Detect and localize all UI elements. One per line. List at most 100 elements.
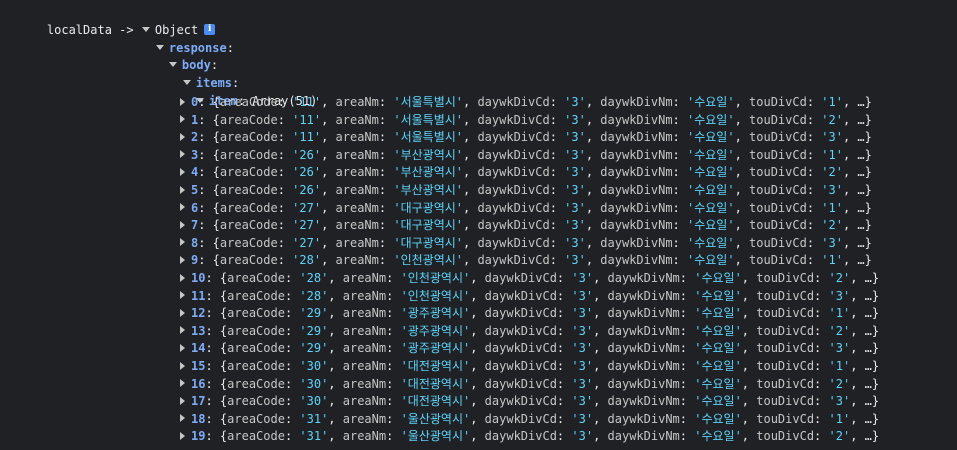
preview-value-daywkDivCd: '3' (564, 200, 586, 215)
preview-value-areaNm: '인천광역시' (400, 288, 471, 303)
preview-key-touDivCd: touDivCd (756, 376, 815, 391)
collapse-triangle-icon[interactable] (180, 379, 185, 388)
collapse-triangle-icon[interactable] (180, 414, 185, 423)
collapse-triangle-icon[interactable] (180, 220, 185, 229)
collapse-triangle-icon[interactable] (180, 167, 185, 176)
preview-value-daywkDivCd: '3' (571, 429, 594, 444)
preview-value-touDivCd: '3' (828, 288, 851, 303)
collapse-triangle-icon[interactable] (180, 132, 185, 141)
array-index: 14 (191, 341, 206, 356)
collapse-triangle-icon[interactable] (180, 431, 185, 440)
preview-key-daywkDivNm: daywkDivNm (607, 323, 680, 338)
collapse-triangle-icon[interactable] (180, 361, 185, 370)
collapse-triangle-icon[interactable] (180, 238, 185, 247)
preview-key-areaCode: areaCode (219, 218, 278, 233)
preview-value-areaNm: '광주광역시' (400, 306, 471, 321)
array-entry-18[interactable]: 18: {areaCode: '31', areaNm: '울산광역시', da… (180, 411, 879, 428)
tree-node-body[interactable]: body: (140, 40, 218, 72)
preview-key-daywkDivNm: daywkDivNm (600, 130, 673, 145)
preview-key-daywkDivCd: daywkDivCd (477, 130, 550, 145)
array-index: 17 (191, 394, 206, 409)
preview-value-daywkDivCd: '3' (564, 218, 586, 233)
tree-node-items[interactable]: items: (154, 58, 239, 90)
preview-key-areaCode: areaCode (219, 183, 278, 197)
collapse-triangle-icon[interactable] (180, 203, 185, 212)
collapse-triangle-icon[interactable] (180, 326, 185, 335)
preview-key-touDivCd: touDivCd (749, 95, 807, 109)
array-index: 12 (191, 306, 206, 321)
preview-value-areaNm: '광주광역시' (400, 323, 471, 338)
array-entry-19[interactable]: 19: {areaCode: '31', areaNm: '울산광역시', da… (180, 428, 879, 445)
preview-value-touDivCd: '2' (828, 271, 851, 285)
collapse-triangle-icon[interactable] (180, 255, 185, 264)
preview-value-areaNm: '대구광역시' (393, 200, 463, 215)
preview-key-areaCode: areaCode (219, 147, 278, 162)
preview-key-daywkDivCd: daywkDivCd (477, 235, 550, 250)
preview-value-areaNm: '인천광역시' (400, 271, 471, 285)
array-entry-3[interactable]: 3: {areaCode: '26', areaNm: '부산광역시', day… (180, 147, 872, 164)
preview-key-daywkDivNm: daywkDivNm (607, 341, 680, 356)
array-entry-7[interactable]: 7: {areaCode: '27', areaNm: '대구광역시', day… (180, 217, 872, 234)
array-entry-0[interactable]: 0: {areaCode: '11', areaNm: '서울특별시', day… (180, 94, 872, 111)
array-entry-17[interactable]: 17: {areaCode: '30', areaNm: '대전광역시', da… (180, 393, 879, 410)
array-entry-2[interactable]: 2: {areaCode: '11', areaNm: '서울특별시', day… (180, 129, 872, 146)
preview-value-touDivCd: '2' (828, 323, 851, 338)
preview-ellipsis: …} (857, 183, 872, 197)
preview-key-daywkDivCd: daywkDivCd (484, 411, 557, 426)
preview-key-daywkDivCd: daywkDivCd (477, 112, 550, 127)
array-index: 11 (191, 288, 206, 303)
preview-value-daywkDivCd: '3' (571, 394, 594, 409)
preview-value-daywkDivCd: '3' (571, 271, 594, 285)
collapse-triangle-icon[interactable] (180, 343, 185, 352)
preview-value-areaNm: '서울특별시' (393, 130, 463, 145)
preview-key-areaCode: areaCode (219, 253, 278, 268)
collapse-triangle-icon[interactable] (180, 115, 185, 124)
array-index: 13 (191, 323, 206, 338)
array-entry-6[interactable]: 6: {areaCode: '27', areaNm: '대구광역시', day… (180, 200, 872, 217)
preview-value-daywkDivCd: '3' (564, 130, 586, 145)
array-entry-8[interactable]: 8: {areaCode: '27', areaNm: '대구광역시', day… (180, 235, 872, 252)
preview-key-areaNm: areaNm (335, 95, 379, 109)
collapse-triangle-icon[interactable] (180, 273, 185, 282)
array-entry-4[interactable]: 4: {areaCode: '26', areaNm: '부산광역시', day… (180, 164, 872, 181)
collapse-triangle-icon[interactable] (180, 97, 185, 106)
preview-value-areaNm: '인천광역시' (393, 253, 463, 268)
collapse-triangle-icon[interactable] (180, 308, 185, 317)
array-entry-14[interactable]: 14: {areaCode: '29', areaNm: '광주광역시', da… (180, 340, 879, 357)
array-entry-13[interactable]: 13: {areaCode: '29', areaNm: '광주광역시', da… (180, 323, 879, 340)
preview-key-daywkDivCd: daywkDivCd (477, 253, 550, 268)
preview-value-areaNm: '광주광역시' (400, 341, 471, 356)
preview-key-areaCode: areaCode (219, 95, 278, 109)
array-entry-10[interactable]: 10: {areaCode: '28', areaNm: '인천광역시', da… (180, 270, 879, 287)
preview-key-daywkDivCd: daywkDivCd (484, 271, 557, 285)
preview-value-daywkDivNm: '수요일' (687, 253, 735, 268)
array-entry-12[interactable]: 12: {areaCode: '29', areaNm: '광주광역시', da… (180, 305, 879, 322)
preview-key-daywkDivNm: daywkDivNm (600, 235, 673, 250)
preview-key-areaCode: areaCode (219, 235, 278, 250)
array-entry-11[interactable]: 11: {areaCode: '28', areaNm: '인천광역시', da… (180, 288, 879, 305)
preview-value-touDivCd: '1' (821, 200, 843, 215)
preview-value-areaCode: '11' (292, 112, 322, 127)
collapse-triangle-icon[interactable] (180, 185, 185, 194)
preview-key-daywkDivCd: daywkDivCd (477, 200, 550, 215)
collapse-triangle-icon[interactable] (180, 291, 185, 300)
array-entry-5[interactable]: 5: {areaCode: '26', areaNm: '부산광역시', day… (180, 182, 872, 199)
array-entry-15[interactable]: 15: {areaCode: '30', areaNm: '대전광역시', da… (180, 358, 879, 375)
tree-node-response[interactable]: response: (127, 23, 234, 55)
preview-value-touDivCd: '2' (828, 376, 851, 391)
object-root-node[interactable]: Object i (113, 5, 216, 37)
tree-node-item[interactable]: item: Array(51) (167, 76, 317, 108)
collapse-triangle-icon[interactable] (180, 150, 185, 159)
preview-ellipsis: …} (864, 411, 880, 426)
preview-key-areaNm: areaNm (335, 147, 379, 162)
preview-value-daywkDivCd: '3' (571, 288, 594, 303)
preview-key-areaNm: areaNm (335, 235, 379, 250)
array-entry-16[interactable]: 16: {areaCode: '30', areaNm: '대전광역시', da… (180, 376, 879, 393)
collapse-triangle-icon[interactable] (180, 396, 185, 405)
preview-value-daywkDivCd: '3' (571, 359, 594, 373)
array-entry-9[interactable]: 9: {areaCode: '28', areaNm: '인천광역시', day… (180, 252, 872, 269)
array-entry-1[interactable]: 1: {areaCode: '11', areaNm: '서울특별시', day… (180, 112, 872, 129)
preview-value-daywkDivNm: '수요일' (694, 429, 742, 444)
preview-value-daywkDivCd: '3' (564, 112, 586, 127)
preview-value-areaCode: '11' (292, 95, 322, 109)
